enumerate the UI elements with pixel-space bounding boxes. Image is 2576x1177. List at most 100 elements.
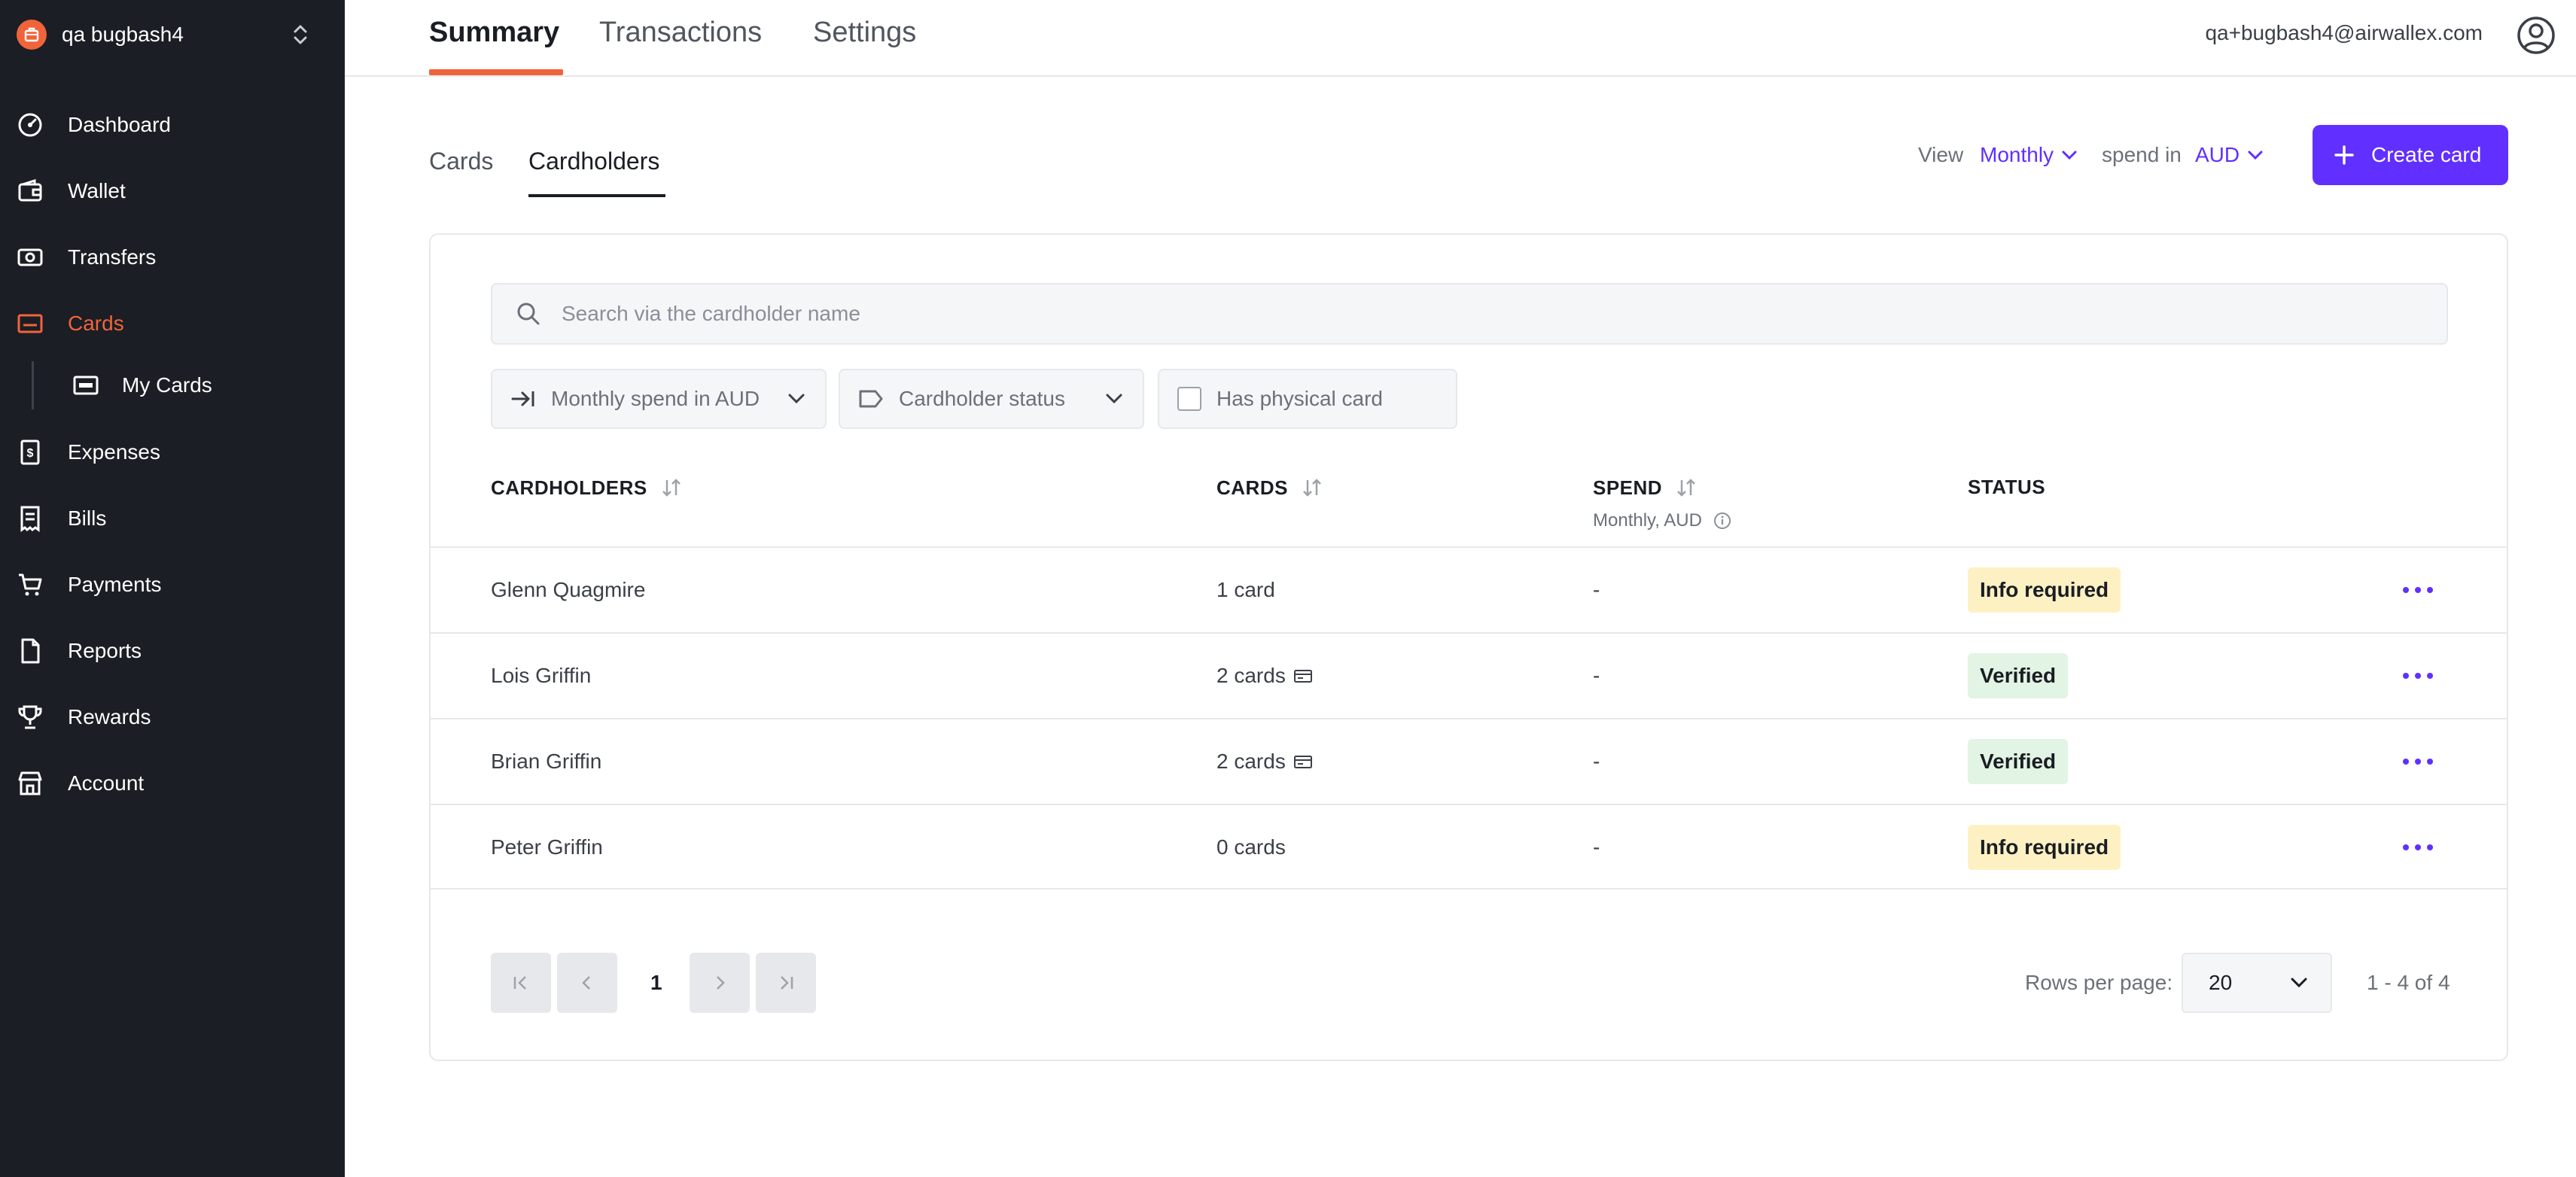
last-page-icon xyxy=(781,976,793,990)
info-icon[interactable] xyxy=(1713,511,1732,531)
more-actions-icon[interactable] xyxy=(2403,581,2433,599)
physical-card-icon xyxy=(1293,670,1312,683)
sidebar-item-transfers[interactable]: Transfers xyxy=(0,233,345,282)
previous-page-button[interactable] xyxy=(557,953,617,1013)
user-email: qa+bugbash4@airwallex.com xyxy=(2205,21,2483,44)
chevron-down-icon xyxy=(788,394,805,404)
sidebar-item-my-cards[interactable]: My Cards xyxy=(0,360,345,410)
current-page-number[interactable]: 1 xyxy=(650,971,662,995)
table-row[interactable]: Lois Griffin 2 cards - Verified xyxy=(431,632,2507,718)
cardholder-name: Brian Griffin xyxy=(491,750,602,773)
sidebar-item-dashboard[interactable]: Dashboard xyxy=(0,100,345,150)
sidebar-item-payments[interactable]: Payments xyxy=(0,560,345,610)
sidebar-item-label: Bills xyxy=(68,506,107,530)
card-count: 1 card xyxy=(1216,578,1275,601)
search-input[interactable] xyxy=(562,302,2368,326)
store-icon xyxy=(18,771,42,795)
tab-transactions[interactable]: Transactions xyxy=(599,17,762,49)
spend-filter[interactable]: Monthly spend in AUD xyxy=(491,369,827,429)
sidebar-item-label: Cards xyxy=(68,312,124,335)
status-filter[interactable]: Cardholder status xyxy=(839,369,1144,429)
sidebar-item-label: Dashboard xyxy=(68,113,171,136)
column-header-cards: CARDS xyxy=(1216,476,1324,500)
chevron-down-icon xyxy=(1106,394,1122,404)
last-page-button[interactable] xyxy=(756,953,816,1013)
sidebar-item-label: Wallet xyxy=(68,179,126,202)
active-tab-indicator xyxy=(429,69,563,75)
create-card-label: Create card xyxy=(2371,143,2482,166)
column-header-cardholders: CARDHOLDERS xyxy=(491,476,684,500)
trophy-icon xyxy=(18,705,42,729)
more-actions-icon[interactable] xyxy=(2403,753,2433,771)
org-logo-icon xyxy=(17,20,47,50)
sidebar-item-reports[interactable]: Reports xyxy=(0,626,345,676)
sidebar-item-wallet[interactable]: Wallet xyxy=(0,166,345,216)
spend-column-subtitle: Monthly, AUD xyxy=(1593,510,1732,531)
physical-card-checkbox[interactable] xyxy=(1177,387,1201,411)
cart-icon xyxy=(19,573,42,596)
sort-icon[interactable] xyxy=(659,476,684,500)
more-actions-icon[interactable] xyxy=(2403,838,2433,856)
physical-card-icon xyxy=(1293,756,1312,768)
card-icon xyxy=(73,376,99,395)
column-label: SPEND xyxy=(1593,476,1663,499)
subtab-cards[interactable]: Cards xyxy=(429,148,493,175)
user-profile-icon[interactable] xyxy=(2516,15,2556,56)
physical-card-filter[interactable]: Has physical card xyxy=(1158,369,1457,429)
table-row[interactable]: Brian Griffin 2 cards - Verified xyxy=(431,718,2507,804)
expenses-icon: $ xyxy=(20,439,40,465)
sort-icon[interactable] xyxy=(1300,476,1324,500)
spend-subtitle-label: Monthly, AUD xyxy=(1593,510,1702,531)
next-page-button[interactable] xyxy=(690,953,750,1013)
rows-per-page-select[interactable]: 20 xyxy=(2182,953,2332,1013)
spend-in-label: spend in xyxy=(2102,143,2182,166)
bills-icon xyxy=(20,506,40,532)
sidebar-item-cards[interactable]: Cards xyxy=(0,299,345,348)
sidebar-item-label: Payments xyxy=(68,573,162,596)
sidebar-item-account[interactable]: Account xyxy=(0,759,345,808)
account-switcher[interactable]: qa bugbash4 xyxy=(17,17,309,53)
sidebar-item-rewards[interactable]: Rewards xyxy=(0,692,345,742)
plus-icon xyxy=(2334,145,2354,165)
chevron-down-icon xyxy=(2248,151,2263,160)
chevron-down-icon xyxy=(2291,978,2307,988)
column-label: CARDS xyxy=(1216,476,1288,499)
column-header-status: STATUS xyxy=(1968,476,2045,499)
card-count: 2 cards xyxy=(1216,750,1286,773)
search-bar xyxy=(491,283,2448,345)
rows-per-page-label: Rows per page: xyxy=(2025,971,2173,994)
cardholder-name: Peter Griffin xyxy=(491,835,603,859)
period-dropdown[interactable]: Monthly xyxy=(1980,143,2078,167)
org-name: qa bugbash4 xyxy=(62,23,184,46)
card-icon xyxy=(17,314,43,333)
more-actions-icon[interactable] xyxy=(2403,667,2433,685)
table-row[interactable]: Glenn Quagmire 1 card - Info required xyxy=(431,546,2507,632)
transfers-icon xyxy=(17,248,43,266)
sidebar-item-bills[interactable]: Bills xyxy=(0,494,345,543)
table-row[interactable]: Peter Griffin 0 cards - Info required xyxy=(431,804,2507,890)
tab-settings[interactable]: Settings xyxy=(813,17,916,49)
search-icon xyxy=(517,303,540,325)
sidebar-item-label: Account xyxy=(68,771,145,795)
pagination-range: 1 - 4 of 4 xyxy=(2367,971,2450,994)
spend-value: - xyxy=(1593,750,1600,773)
column-label: STATUS xyxy=(1968,476,2046,498)
cardholder-name: Glenn Quagmire xyxy=(491,578,646,601)
status-badge: Info required xyxy=(1968,567,2121,613)
create-card-button[interactable]: Create card xyxy=(2313,125,2508,185)
first-page-button[interactable] xyxy=(491,953,551,1013)
subtab-cardholders[interactable]: Cardholders xyxy=(528,148,659,175)
sidebar-item-label: Reports xyxy=(68,639,142,662)
sidebar-item-expenses[interactable]: $ Expenses xyxy=(0,427,345,477)
status-badge: Verified xyxy=(1968,653,2069,698)
cardholder-name: Lois Griffin xyxy=(491,664,592,687)
sort-icon[interactable] xyxy=(1674,476,1698,500)
currency-dropdown[interactable]: AUD xyxy=(2195,143,2264,167)
sidebar-item-label: Transfers xyxy=(68,245,157,269)
spend-value: - xyxy=(1593,664,1600,687)
top-navigation: Summary Transactions Settings qa+bugbash… xyxy=(345,0,2576,77)
spend-filter-label: Monthly spend in AUD xyxy=(551,387,760,410)
active-subtab-indicator xyxy=(528,194,665,197)
document-icon xyxy=(21,638,40,664)
tab-summary[interactable]: Summary xyxy=(429,17,559,49)
